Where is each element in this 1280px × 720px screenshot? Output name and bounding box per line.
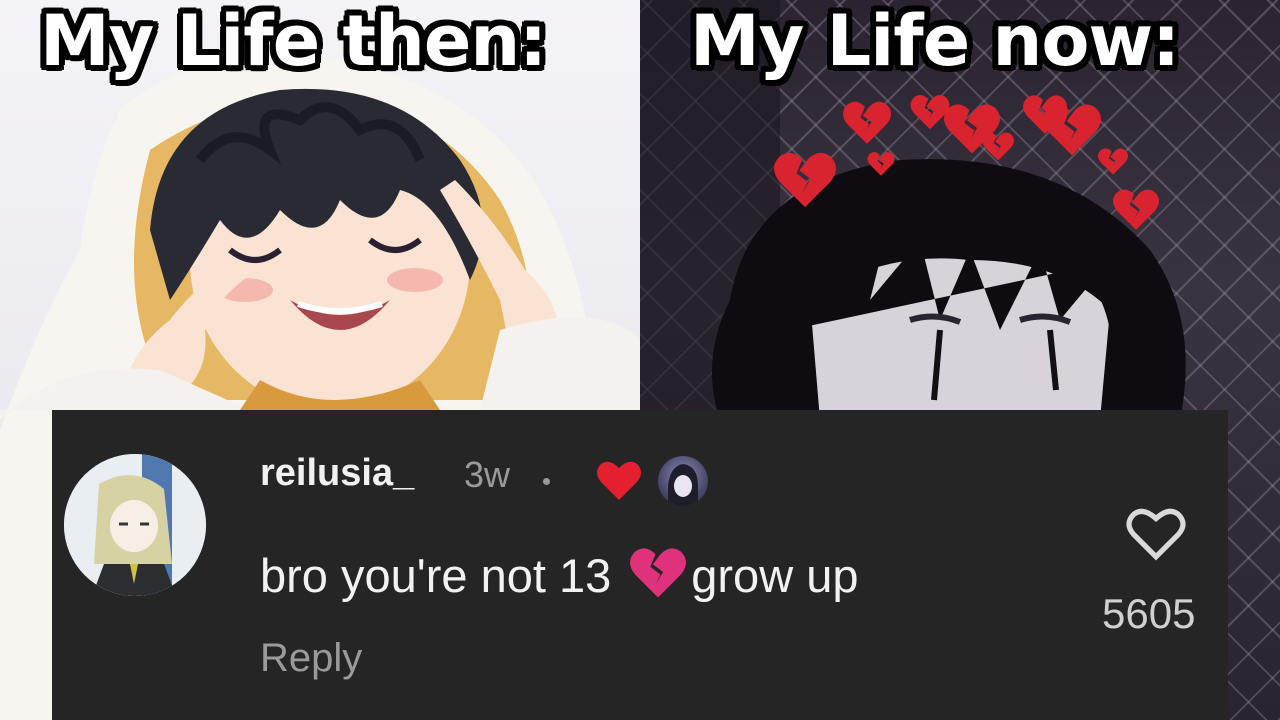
now-caption: My Life now: xyxy=(690,0,1180,82)
separator-dot xyxy=(543,478,550,485)
broken-heart-icon xyxy=(774,152,836,208)
broken-heart-icon xyxy=(982,132,1014,161)
comment-timestamp: 3w xyxy=(464,454,511,495)
meme-screenshot: My Life then: My Life now: reilusia_ 3w … xyxy=(0,0,1280,720)
broken-heart-icon xyxy=(630,548,687,598)
avatar[interactable] xyxy=(64,454,206,596)
creator-avatar xyxy=(658,456,708,506)
then-caption: My Life then: xyxy=(40,0,547,82)
heart-outline-icon[interactable] xyxy=(1124,504,1188,562)
broken-heart-icon xyxy=(843,101,891,144)
like-count: 5605 xyxy=(1102,590,1196,637)
broken-heart-icon xyxy=(1043,104,1101,156)
comment-body: bro you're not 13 grow up xyxy=(260,544,858,603)
comment-username[interactable]: reilusia_ xyxy=(260,452,414,495)
broken-heart-icon xyxy=(867,152,895,176)
broken-heart-icon xyxy=(1098,148,1128,175)
comment-text-part-1: bro you're not 13 xyxy=(260,549,612,602)
creator-avatar-image xyxy=(668,464,698,506)
broken-heart-icon xyxy=(1113,189,1159,230)
avatar-image xyxy=(64,454,206,596)
reply-button[interactable]: Reply xyxy=(260,636,362,681)
comment-text-part-2: grow up xyxy=(691,549,859,602)
red-heart-icon xyxy=(597,461,641,500)
